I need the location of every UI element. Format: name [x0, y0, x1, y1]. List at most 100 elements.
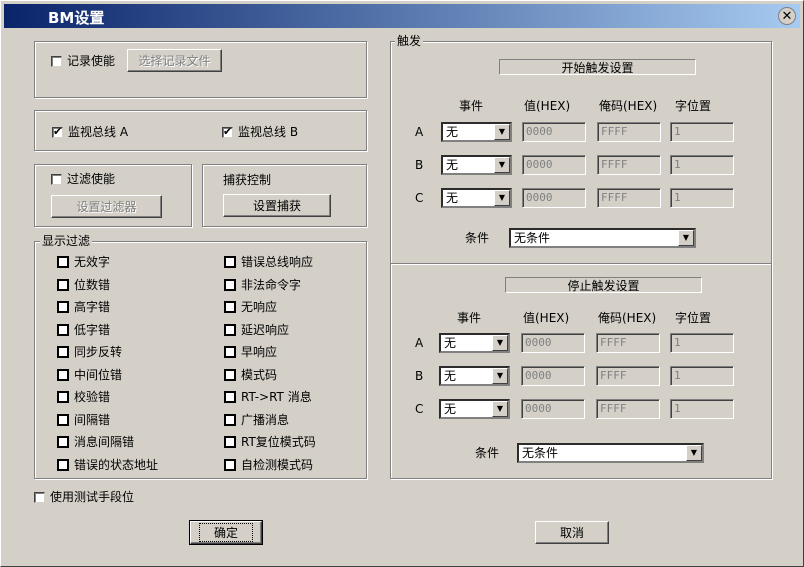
- stop-trigger-section: 停止触发设置 事件 值(HEX) 俺码(HEX) 字位置 A 无 ▼ 0000 FFFF 1 B 无 ▼ 0…: [391, 264, 771, 478]
- display-filter-option[interactable]: 校验错: [57, 390, 110, 404]
- chevron-down-icon[interactable]: ▼: [492, 335, 508, 351]
- checkbox-box: [224, 256, 236, 268]
- display-filter-option[interactable]: 无效字: [57, 255, 110, 269]
- chevron-down-icon[interactable]: ▼: [686, 445, 702, 461]
- event-select[interactable]: 无 ▼: [439, 366, 510, 386]
- display-filter-option[interactable]: 延迟响应: [224, 323, 289, 337]
- event-select[interactable]: 无 ▼: [441, 122, 512, 142]
- dropdown-arrow-glyph: ▼: [498, 160, 506, 169]
- cancel-button[interactable]: 取消: [535, 521, 609, 544]
- display-filter-option-label: 错误总线响应: [241, 255, 314, 269]
- ok-button[interactable]: 确定: [189, 520, 263, 545]
- display-filter-option[interactable]: 间隔错: [57, 413, 110, 427]
- checkbox-box: [224, 414, 236, 426]
- display-filter-option[interactable]: 无响应: [224, 300, 277, 314]
- display-filter-option[interactable]: 高字错: [57, 300, 110, 314]
- display-filter-option[interactable]: 非法命令字: [224, 278, 301, 292]
- value-field-text: 0000: [526, 191, 553, 204]
- mask-field: FFFF: [597, 188, 661, 208]
- event-select[interactable]: 无 ▼: [441, 155, 512, 175]
- bm-settings-dialog: BM设置 ✕ 记录使能 选择记录文件 ✔ 监视总线 A ✔ 监视总线 B 过滤使…: [0, 0, 804, 567]
- mask-field-text: FFFF: [600, 369, 627, 382]
- display-filter-option-label: 无效字: [74, 255, 111, 269]
- display-filter-option-label: RT->RT 消息: [241, 390, 312, 404]
- event-select[interactable]: 无 ▼: [439, 399, 510, 419]
- display-filter-option[interactable]: 同步反转: [57, 345, 122, 359]
- dropdown-arrow-glyph: ▼: [498, 193, 506, 202]
- record-enable-checkbox[interactable]: 记录使能: [51, 54, 115, 68]
- display-filter-option-label: 延迟响应: [241, 323, 290, 337]
- display-filter-option[interactable]: 早响应: [224, 345, 277, 359]
- display-filter-option-label: 位数错: [74, 278, 111, 292]
- word-pos-header: 字位置: [675, 311, 712, 325]
- value-field-text: 0000: [526, 125, 553, 138]
- display-filter-option[interactable]: 错误总线响应: [224, 255, 313, 269]
- chevron-down-icon[interactable]: ▼: [492, 401, 508, 417]
- word-pos-field-text: 1: [674, 191, 681, 204]
- checkbox-box: [224, 279, 236, 291]
- display-filter-option[interactable]: 自检测模式码: [224, 458, 313, 472]
- event-select[interactable]: 无 ▼: [439, 333, 510, 353]
- start-trigger-title: 开始触发设置: [499, 59, 696, 75]
- event-select-value: 无: [444, 336, 457, 350]
- display-filter-option[interactable]: RT复位模式码: [224, 435, 316, 449]
- window-title: BM设置: [48, 9, 105, 27]
- word-pos-field: 1: [670, 366, 734, 386]
- title-bar[interactable]: BM设置 ✕: [4, 4, 800, 28]
- chevron-down-icon[interactable]: ▼: [678, 230, 694, 246]
- filter-enable-checkbox[interactable]: 过滤使能: [51, 172, 115, 186]
- display-filter-option-label: 早响应: [241, 345, 278, 359]
- checkbox-box: [51, 55, 62, 67]
- row-label: A: [415, 336, 424, 350]
- value-field-text: 0000: [526, 158, 553, 171]
- dropdown-arrow-glyph: ▼: [690, 448, 698, 457]
- value-field: 0000: [522, 188, 586, 208]
- monitor-bus-b-checkbox[interactable]: ✔ 监视总线 B: [222, 125, 298, 139]
- test-bit-checkbox[interactable]: 使用测试手段位: [34, 490, 134, 504]
- stop-trigger-title-text: 停止触发设置: [567, 278, 640, 293]
- display-filter-option[interactable]: 低字错: [57, 323, 110, 337]
- chevron-down-icon[interactable]: ▼: [494, 124, 510, 140]
- chevron-down-icon[interactable]: ▼: [494, 190, 510, 206]
- mask-field-text: FFFF: [601, 158, 628, 171]
- display-filter-option-label: 错误的状态地址: [74, 458, 159, 472]
- mask-field: FFFF: [597, 122, 661, 142]
- display-filter-option[interactable]: 错误的状态地址: [57, 458, 158, 472]
- value-header: 值(HEX): [523, 311, 570, 325]
- set-filter-button[interactable]: 设置过滤器: [51, 195, 162, 218]
- display-filter-title: 显示过滤: [40, 234, 93, 248]
- display-filter-option-label: 中间位错: [74, 368, 123, 382]
- display-filter-option[interactable]: 模式码: [224, 368, 277, 382]
- display-filter-option[interactable]: 广播消息: [224, 413, 289, 427]
- display-filter-option[interactable]: RT->RT 消息: [224, 390, 312, 404]
- monitor-bus-a-checkbox[interactable]: ✔ 监视总线 A: [52, 125, 128, 139]
- choose-record-file-button[interactable]: 选择记录文件: [127, 49, 222, 72]
- condition-select[interactable]: 无条件 ▼: [509, 228, 696, 248]
- display-filter-option-label: 自检测模式码: [241, 458, 314, 472]
- chevron-down-icon[interactable]: ▼: [492, 368, 508, 384]
- event-select-value: 无: [446, 158, 459, 172]
- capture-group: 捕获控制 设置捕获: [202, 164, 367, 227]
- close-button[interactable]: ✕: [778, 7, 796, 25]
- value-field: 0000: [521, 366, 585, 386]
- event-select[interactable]: 无 ▼: [441, 188, 512, 208]
- checkbox-box: [57, 279, 69, 291]
- mask-field: FFFF: [597, 155, 661, 175]
- word-pos-field: 1: [670, 155, 734, 175]
- set-capture-button[interactable]: 设置捕获: [223, 194, 331, 217]
- condition-select[interactable]: 无条件 ▼: [517, 443, 704, 463]
- cancel-label: 取消: [559, 526, 584, 540]
- checkbox-box: [57, 436, 69, 448]
- event-select-value: 无: [444, 369, 457, 383]
- close-icon: ✕: [781, 8, 793, 24]
- mask-field: FFFF: [596, 333, 660, 353]
- choose-record-file-label: 选择记录文件: [138, 54, 211, 68]
- display-filter-option[interactable]: 中间位错: [57, 368, 122, 382]
- word-pos-field-text: 1: [674, 158, 681, 171]
- display-filter-option[interactable]: 消息间隔错: [57, 435, 134, 449]
- value-field-text: 0000: [525, 369, 552, 382]
- filter-group: 过滤使能 设置过滤器: [34, 164, 192, 227]
- checkbox-box: [57, 369, 69, 381]
- chevron-down-icon[interactable]: ▼: [494, 157, 510, 173]
- display-filter-option[interactable]: 位数错: [57, 278, 110, 292]
